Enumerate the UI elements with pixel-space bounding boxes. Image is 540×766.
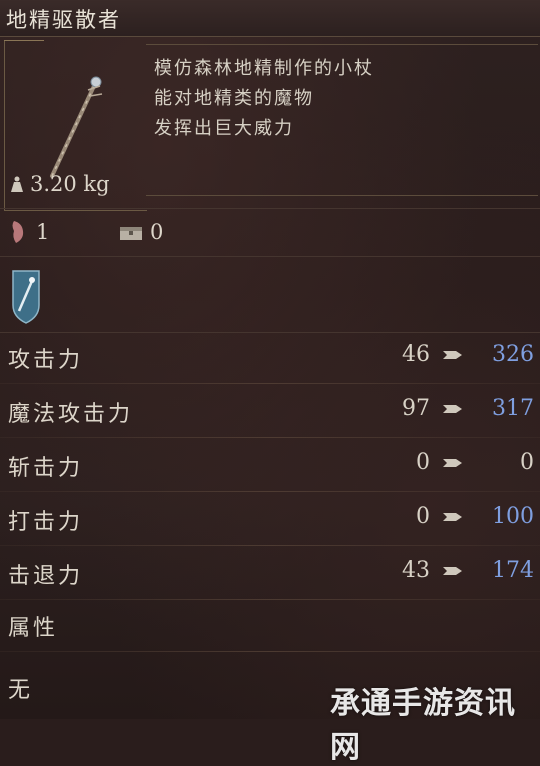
stat-new-value: 174: [492, 558, 534, 583]
attribute-label: 属性: [8, 616, 59, 641]
stat-label: 打击力: [8, 510, 84, 535]
stat-new-value: 100: [492, 504, 534, 529]
title-bar: 地精驱散者: [0, 0, 540, 37]
row-divider: [0, 383, 540, 384]
divider: [0, 256, 540, 257]
stat-base-value: 46: [402, 342, 430, 367]
frame-ornament: [4, 40, 44, 41]
divider: [0, 208, 540, 209]
stat-label: 魔法攻击力: [8, 402, 134, 427]
description-line-3: 发挥出巨大威力: [154, 118, 294, 139]
description-line-1: 模仿森林地精制作的小杖: [154, 58, 374, 79]
stat-label: 击退力: [8, 564, 84, 589]
requirement-icon: [12, 221, 24, 243]
weight-value: 3.20 kg: [30, 172, 110, 196]
stat-base-value: 43: [402, 558, 430, 583]
stat-new-value: 326: [492, 342, 534, 367]
arrow-right-icon: [443, 351, 462, 359]
attribute-row: 属性: [0, 600, 540, 652]
stat-row: 攻击力 46 326: [0, 332, 540, 384]
arrow-right-icon: [443, 567, 462, 575]
stat-new-value: 0: [520, 450, 534, 475]
stat-label: 斩击力: [8, 456, 84, 481]
stat-row: 魔法攻击力 97 317: [0, 386, 540, 438]
weight-icon: [11, 176, 23, 192]
stat-base-value: 97: [402, 396, 430, 421]
stat-base-value: 0: [416, 504, 430, 529]
item-name: 地精驱散者: [6, 8, 121, 32]
row-divider: [0, 545, 540, 546]
description-line-2: 能对地精类的魔物: [154, 88, 314, 109]
requirement-b-value: 0: [150, 220, 164, 244]
row-divider: [0, 437, 540, 438]
stat-new-value: 317: [492, 396, 534, 421]
arrow-right-icon: [443, 459, 462, 467]
item-detail-panel: 地精驱散者 模仿森林地精制作的小杖 能对地精类的魔物 发挥出巨大威力 3.20 …: [0, 0, 540, 765]
stat-base-value: 0: [416, 450, 430, 475]
stat-row: 击退力 43 174: [0, 548, 540, 600]
stat-label: 攻击力: [8, 348, 84, 373]
watermark-text: 承通手游资讯网: [330, 686, 516, 765]
attribute-value: 无: [8, 678, 34, 703]
magic-affinity-icon: [12, 270, 40, 324]
arrow-right-icon: [443, 405, 462, 413]
chest-icon: [120, 227, 142, 240]
stat-row: 斩击力 0 0: [0, 440, 540, 492]
row-divider: [0, 491, 540, 492]
staff-icon: [50, 76, 103, 178]
stat-row: 打击力 0 100: [0, 494, 540, 546]
arrow-right-icon: [443, 513, 462, 521]
requirement-a-value: 1: [36, 220, 50, 244]
row-divider: [0, 651, 540, 652]
